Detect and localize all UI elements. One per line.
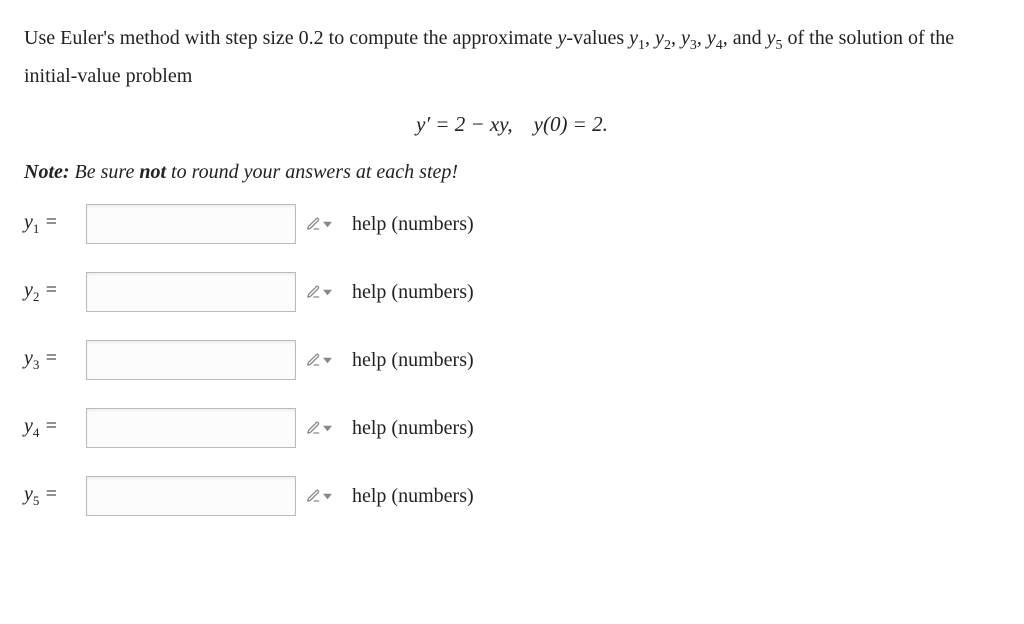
text: -values [566,27,629,49]
answer-row-y3: y3 = help (numbers) [24,340,1000,380]
note-text: to round your answers at each step! [166,161,458,183]
problem-statement: Use Euler's method with step size 0.2 to… [24,20,1000,94]
edit-dropdown-icon [306,353,332,368]
text: to compute the approximate [324,27,558,49]
y5-var: y5 [767,27,783,49]
y4-input[interactable] [86,408,296,448]
help-link[interactable]: help (numbers) [352,485,474,508]
help-link[interactable]: help (numbers) [352,281,474,304]
edit-dropdown-icon [306,285,332,300]
y5-input[interactable] [86,476,296,516]
help-link[interactable]: help (numbers) [352,417,474,440]
text: Use Euler's method with step size [24,27,299,49]
y4-var: y4 [707,27,723,49]
answer-rows: y1 = help (numbers) y2 = help (numbers) … [24,204,1000,516]
answer-row-y2: y2 = help (numbers) [24,272,1000,312]
input-wrap [86,476,342,516]
step-size: 0.2 [299,27,324,49]
answer-row-y4: y4 = help (numbers) [24,408,1000,448]
y1-input[interactable] [86,204,296,244]
text: , and [723,27,767,49]
edit-dropdown-icon [306,489,332,504]
help-link[interactable]: help (numbers) [352,213,474,236]
answer-label: y5 = [24,483,86,509]
answer-label: y1 = [24,211,86,237]
input-wrap [86,204,342,244]
y3-input[interactable] [86,340,296,380]
y3-var: y3 [681,27,697,49]
note: Note: Be sure not to round your answers … [24,161,1000,184]
note-text: Be sure [70,161,140,183]
edit-dropdown-icon [306,421,332,436]
y2-input[interactable] [86,272,296,312]
answer-label: y3 = [24,347,86,373]
y1-var: y1 [629,27,645,49]
equation-rhs: y(0) = 2. [534,112,608,136]
y2-var: y2 [655,27,671,49]
edit-dropdown-icon [306,217,332,232]
note-label: Note: [24,161,70,183]
equation: y′ = 2 − xy, y(0) = 2. [24,112,1000,137]
answer-label: y2 = [24,279,86,305]
input-wrap [86,340,342,380]
answer-row-y5: y5 = help (numbers) [24,476,1000,516]
input-wrap [86,408,342,448]
equation-lhs: y′ = 2 − xy, [416,112,513,136]
answer-label: y4 = [24,415,86,441]
input-wrap [86,272,342,312]
help-link[interactable]: help (numbers) [352,349,474,372]
note-bold: not [139,161,166,183]
answer-row-y1: y1 = help (numbers) [24,204,1000,244]
